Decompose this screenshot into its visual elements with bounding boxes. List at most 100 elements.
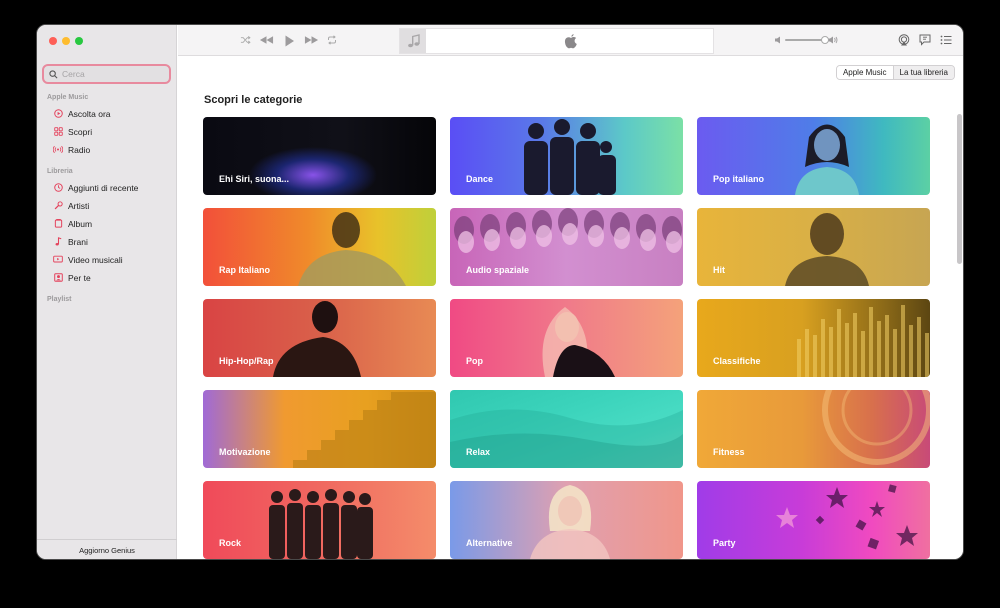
category-label: Alternative <box>466 538 513 548</box>
artist-portrait-image <box>542 307 615 377</box>
sidebar-item-label: Brani <box>68 236 88 247</box>
category-label: Audio spaziale <box>466 265 530 275</box>
volume-high-icon <box>828 36 838 44</box>
rewind-icon <box>259 36 274 44</box>
category-label: Relax <box>466 447 491 457</box>
sidebar-item-label: Per te <box>68 272 91 283</box>
play-button[interactable] <box>284 35 295 47</box>
page-title: Scopri le categorie <box>204 94 303 106</box>
repeat-button[interactable] <box>327 35 337 45</box>
sidebar-item-label: Aggiunti di recente <box>68 182 139 193</box>
vertical-scrollbar[interactable] <box>957 114 962 264</box>
category-tile-hip-hop-rap[interactable]: Hip-Hop/Rap <box>203 299 436 377</box>
minimize-window-button[interactable] <box>62 37 70 45</box>
sidebar-item-label: Artisti <box>68 200 90 211</box>
category-label: Rap Italiano <box>219 265 271 275</box>
artist-portrait-image <box>298 212 406 286</box>
category-label: Pop <box>466 356 483 366</box>
volume-slider[interactable] <box>785 36 829 44</box>
category-tile-alternative[interactable]: Alternative <box>450 481 683 559</box>
volume-control[interactable] <box>775 36 838 44</box>
shuffle-icon <box>240 35 251 45</box>
airplay-button[interactable] <box>898 34 910 46</box>
category-label: Dance <box>466 174 494 184</box>
category-tile-rap-italiano[interactable]: Rap Italiano <box>203 208 436 286</box>
play-icon <box>285 35 294 47</box>
artist-portrait-image <box>785 213 869 286</box>
note-icon <box>53 237 63 247</box>
category-label: Rock <box>219 538 242 548</box>
category-label: Classifiche <box>713 356 761 366</box>
artist-portrait-image <box>273 301 361 377</box>
video-icon <box>53 255 63 265</box>
grid-icon <box>53 127 63 137</box>
category-label: Hip-Hop/Rap <box>219 356 274 366</box>
queue-button[interactable] <box>940 34 952 46</box>
category-tile-ehi-siri[interactable]: Ehi Siri, suona... <box>203 117 436 195</box>
sidebar-item-per-te[interactable]: Per te <box>53 271 91 284</box>
volume-low-icon <box>775 36 780 44</box>
segment-your-library[interactable]: La tua libreria <box>893 66 954 79</box>
previous-button[interactable] <box>259 35 274 45</box>
category-tile-pop-italiano[interactable]: Pop italiano <box>697 117 930 195</box>
sidebar-item-radio[interactable]: Radio <box>53 143 90 156</box>
sidebar-item-video-musicali[interactable]: Video musicali <box>53 253 123 266</box>
sidebar-item-aggiunti-di-recente[interactable]: Aggiunti di recente <box>53 181 138 194</box>
category-tile-motivazione[interactable]: Motivazione <box>203 390 436 468</box>
category-tile-audio-spaziale[interactable]: Audio spaziale <box>450 208 683 286</box>
confetti-stars-image <box>776 484 918 550</box>
music-note-icon <box>407 34 420 48</box>
now-playing-display <box>399 28 714 54</box>
artwork-placeholder <box>400 29 426 53</box>
section-apple-music: Apple Music <box>47 94 89 101</box>
sidebar: Apple Music Ascolta ora Scopri Radio Lib… <box>37 25 177 559</box>
category-tile-dance[interactable]: Dance <box>450 117 683 195</box>
sidebar-item-ascolta-ora[interactable]: Ascolta ora <box>53 107 111 120</box>
category-label: Pop italiano <box>713 174 765 184</box>
sidebar-item-brani[interactable]: Brani <box>53 235 88 248</box>
category-tile-pop[interactable]: Pop <box>450 299 683 377</box>
window-controls <box>49 37 83 45</box>
segment-apple-music[interactable]: Apple Music <box>836 66 894 79</box>
weight-plate-image <box>822 390 930 465</box>
search-field[interactable] <box>42 64 171 84</box>
music-window: Apple Music Ascolta ora Scopri Radio Lib… <box>36 24 964 560</box>
category-tile-classifiche[interactable]: Classifiche <box>697 299 930 377</box>
main-content: Apple Music La tua libreria Scopri le ca… <box>178 56 963 559</box>
band-photo-image <box>269 489 373 559</box>
microphone-icon <box>53 201 63 211</box>
clock-icon <box>53 183 63 193</box>
artist-silhouette-image <box>524 119 616 195</box>
sidebar-item-label: Radio <box>68 144 91 155</box>
category-tile-rock[interactable]: Rock <box>203 481 436 559</box>
category-tile-hit[interactable]: Hit <box>697 208 930 286</box>
player-toolbar <box>178 25 963 56</box>
category-label: Party <box>713 538 736 548</box>
volume-knob[interactable] <box>821 36 829 44</box>
search-input[interactable] <box>62 69 162 79</box>
category-tile-relax[interactable]: Relax <box>450 390 683 468</box>
next-button[interactable] <box>304 35 319 45</box>
close-window-button[interactable] <box>49 37 57 45</box>
category-tile-party[interactable]: Party <box>697 481 930 559</box>
source-switcher: Apple Music La tua libreria <box>835 65 955 80</box>
artist-portrait-image <box>795 124 859 195</box>
fast-forward-icon <box>304 36 319 44</box>
category-tile-fitness[interactable]: Fitness <box>697 390 930 468</box>
category-label: Ehi Siri, suona... <box>219 174 290 184</box>
apple-logo-icon <box>564 33 578 54</box>
album-icon <box>53 219 63 229</box>
sidebar-item-scopri[interactable]: Scopri <box>53 125 92 138</box>
sidebar-item-label: Ascolta ora <box>68 108 111 119</box>
sidebar-item-artisti[interactable]: Artisti <box>53 199 89 212</box>
chart-bars-image <box>797 305 929 377</box>
zoom-window-button[interactable] <box>75 37 83 45</box>
lyrics-button[interactable] <box>919 34 931 46</box>
section-playlist: Playlist <box>47 296 72 303</box>
sidebar-item-album[interactable]: Album <box>53 217 92 230</box>
repeat-icon <box>328 35 336 45</box>
search-icon <box>49 69 58 78</box>
shuffle-button[interactable] <box>240 35 251 45</box>
sidebar-item-label: Scopri <box>68 126 93 137</box>
section-library: Libreria <box>47 168 73 175</box>
